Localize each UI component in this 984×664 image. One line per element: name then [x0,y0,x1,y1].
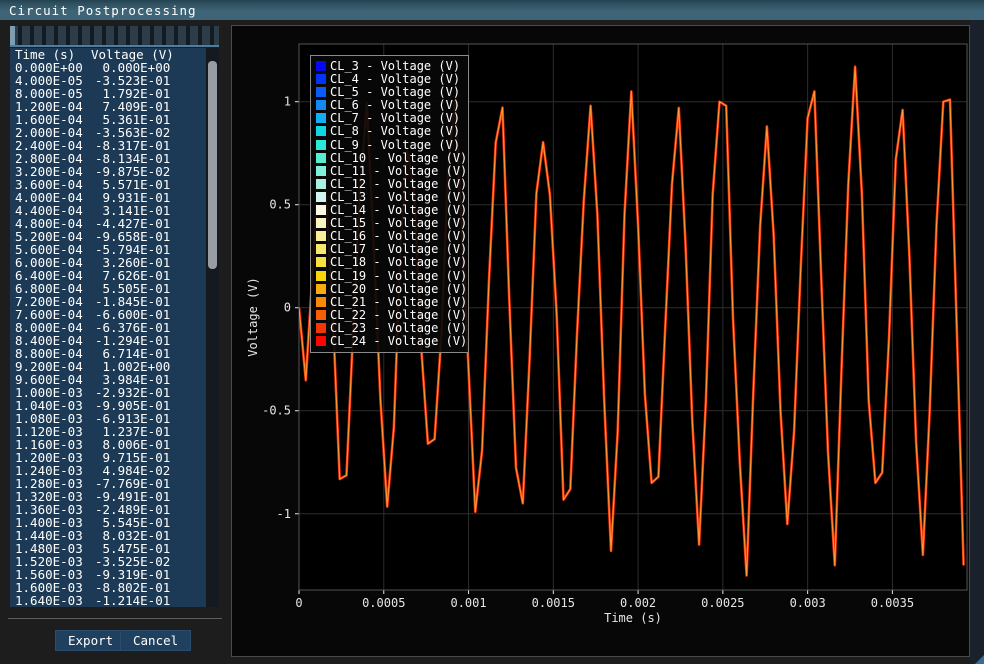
resize-grip-icon[interactable] [975,655,984,664]
title-bar[interactable]: Circuit Postprocessing [0,0,984,20]
x-tick-label: 0.0025 [701,596,744,610]
divider [8,618,222,619]
y-axis-title: Voltage (V) [246,277,260,356]
legend-swatch-icon [316,297,326,307]
x-tick-label: 0.003 [790,596,826,610]
legend-label: CL_23 - Voltage (V) [330,321,467,335]
legend-swatch-icon [316,74,326,84]
legend-label: CL_5 - Voltage (V) [330,85,460,99]
legend-swatch-icon [316,166,326,176]
legend-swatch-icon [316,205,326,215]
legend-swatch-icon [316,126,326,136]
x-tick-label: 0 [295,596,302,610]
legend-swatch-icon [316,257,326,267]
legend-swatch-icon [316,271,326,281]
legend-label: CL_21 - Voltage (V) [330,295,467,309]
y-tick-label: -0.5 [262,404,291,418]
legend-swatch-icon [316,87,326,97]
legend-swatch-icon [316,323,326,333]
legend-label: CL_16 - Voltage (V) [330,229,467,243]
legend-swatch-icon [316,336,326,346]
x-tick-label: 0.001 [450,596,486,610]
window-edge [970,20,984,664]
legend-label: CL_3 - Voltage (V) [330,59,460,73]
legend-swatch-icon [316,140,326,150]
voltage-cell: -1.214E-01 [95,594,170,607]
horizontal-scrollbar[interactable] [10,26,219,47]
legend-swatch-icon [316,113,326,123]
legend-label: CL_22 - Voltage (V) [330,308,467,322]
x-tick-label: 0.0015 [532,596,575,610]
time-cell: 1.640E-03 [15,594,83,607]
x-tick-label: 0.0005 [362,596,405,610]
legend-item[interactable]: CL_24 - Voltage (V) [316,335,468,348]
table-body: 0.000E+00 0.000E+004.000E-05-3.523E-018.… [10,61,219,607]
legend-swatch-icon [316,218,326,228]
plot-legend: CL_3 - Voltage (V)CL_4 - Voltage (V)CL_5… [310,55,469,353]
export-button[interactable]: Export [55,630,126,651]
legend-swatch-icon [316,179,326,189]
x-tick-label: 0.002 [620,596,656,610]
legend-swatch-icon [316,192,326,202]
legend-label: CL_15 - Voltage (V) [330,216,467,230]
table-row[interactable]: 1.640E-03 -1.214E-01 [10,594,219,607]
legend-swatch-icon [316,284,326,294]
window-title: Circuit Postprocessing [9,3,197,18]
legend-label: CL_17 - Voltage (V) [330,242,467,256]
chart-panel: 0 0.0005 0.001 0.0015 0.002 0.0025 0.003 0.0035… [231,25,970,657]
legend-label: CL_8 - Voltage (V) [330,124,460,138]
legend-label: CL_18 - Voltage (V) [330,255,467,269]
legend-label: CL_19 - Voltage (V) [330,269,467,283]
legend-label: CL_7 - Voltage (V) [330,111,460,125]
legend-swatch-icon [316,231,326,241]
x-tick-label: 0.0035 [871,596,914,610]
legend-label: CL_14 - Voltage (V) [330,203,467,217]
y-tick-label: 1 [284,95,291,109]
legend-label: CL_9 - Voltage (V) [330,138,460,152]
table-scrollbar-thumb[interactable] [208,61,217,269]
legend-label: CL_10 - Voltage (V) [330,151,467,165]
horizontal-scrollbar-thumb[interactable] [10,26,15,45]
y-tick-label: 0.5 [269,198,291,212]
results-table: Time (s) Voltage (V) 0.000E+00 0.000E+00… [10,48,219,607]
legend-label: CL_24 - Voltage (V) [330,334,467,348]
legend-swatch-icon [316,310,326,320]
legend-label: CL_6 - Voltage (V) [330,98,460,112]
legend-label: CL_13 - Voltage (V) [330,190,467,204]
x-axis-title: Time (s) [604,611,662,625]
legend-label: CL_11 - Voltage (V) [330,164,467,178]
y-tick-label: -1 [277,507,291,521]
cancel-button[interactable]: Cancel [120,630,191,651]
legend-swatch-icon [316,153,326,163]
table-scrollbar[interactable] [206,48,219,607]
legend-label: CL_4 - Voltage (V) [330,72,460,86]
legend-label: CL_12 - Voltage (V) [330,177,467,191]
y-tick-label: 0 [284,301,291,315]
legend-swatch-icon [316,100,326,110]
legend-swatch-icon [316,61,326,71]
legend-label: CL_20 - Voltage (V) [330,282,467,296]
legend-swatch-icon [316,244,326,254]
